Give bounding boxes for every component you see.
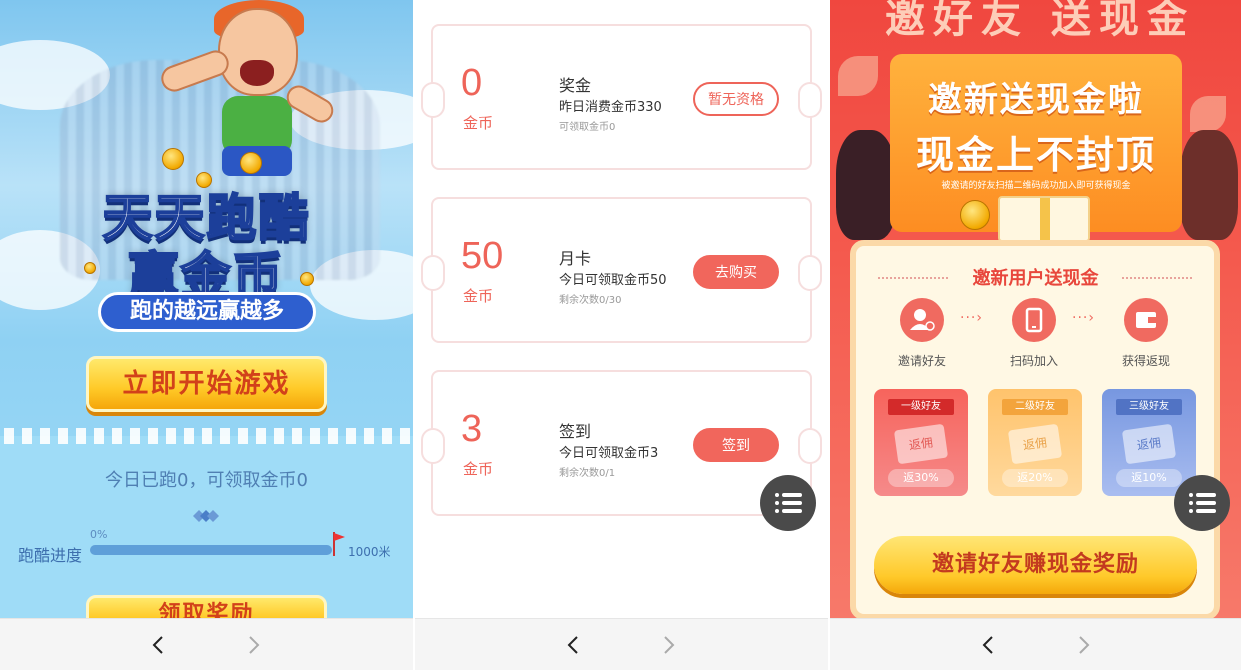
invite-headline: 邀好友 送现金 bbox=[885, 0, 1195, 42]
tier-percent: 返10% bbox=[1116, 469, 1182, 487]
chevron-left-icon[interactable] bbox=[557, 631, 587, 659]
coin-icon bbox=[960, 200, 990, 230]
banner-line2: 现金上不封顶 bbox=[915, 133, 1156, 177]
person-illustration bbox=[836, 130, 896, 240]
step-arrow: ···› bbox=[1072, 310, 1095, 326]
ticket-amount: 0 bbox=[461, 62, 483, 104]
step-label: 邀请好友 bbox=[897, 354, 946, 368]
banner-line1: 邀新送现金啦 bbox=[928, 80, 1144, 120]
step-arrow: ···› bbox=[960, 310, 983, 326]
wallet-icon bbox=[1124, 298, 1168, 342]
invite-card-title: 邀新用户送现金 bbox=[972, 268, 1099, 289]
run-status-text: 今日已跑0，可领取金币0 bbox=[105, 470, 308, 491]
rebate-ticket: 返佣 bbox=[893, 423, 949, 465]
decor-leaf bbox=[838, 56, 878, 96]
tier-card-level3: 三级好友 返佣 返10% bbox=[1102, 389, 1196, 496]
rebate-ticket: 返佣 bbox=[1121, 423, 1177, 465]
buy-button[interactable]: 去购买 bbox=[693, 255, 779, 289]
progress-label: 跑酷进度 bbox=[18, 546, 83, 565]
chevron-right-icon[interactable] bbox=[240, 631, 270, 659]
progress-section bbox=[0, 436, 413, 618]
rebate-ticket: 返佣 bbox=[1007, 423, 1063, 465]
step-label: 获得返现 bbox=[1121, 354, 1170, 368]
invite-friends-panel: 邀好友 送现金 邀新送现金啦 现金上不封顶 被邀请的好友扫描二维码成功加入即可获… bbox=[830, 0, 1241, 670]
runner-mouth bbox=[240, 60, 274, 86]
coin-icon bbox=[240, 152, 262, 174]
ticket-sub: 可领取金币0 bbox=[559, 122, 616, 133]
tier-percent: 返20% bbox=[1002, 469, 1068, 487]
chevron-right-icon[interactable] bbox=[655, 631, 685, 659]
ticket-unit: 金币 bbox=[463, 460, 494, 478]
no-eligibility-button[interactable]: 暂无资格 bbox=[693, 82, 779, 116]
ticket-title: 月卡 bbox=[559, 249, 592, 268]
diamond-ornament-icon bbox=[193, 510, 219, 522]
finish-flag-icon bbox=[333, 532, 345, 556]
tier-tag: 二级好友 bbox=[1002, 399, 1068, 415]
game-slogan: 跑的越远赢越多 bbox=[98, 292, 316, 332]
chevron-left-icon[interactable] bbox=[142, 631, 172, 659]
person-illustration bbox=[1180, 130, 1238, 240]
ticket-desc: 今日可领取金币3 bbox=[559, 446, 659, 461]
ticket-title: 奖金 bbox=[559, 76, 592, 95]
invite-friends-button[interactable]: 邀请好友赚现金奖励 bbox=[874, 536, 1197, 594]
reward-ticket: 0 金币 奖金 昨日消费金币330 可领取金币0 暂无资格 bbox=[421, 24, 822, 170]
banner-note: 被邀请的好友扫描二维码成功加入即可获得现金 bbox=[941, 181, 1131, 191]
menu-list-icon[interactable] bbox=[1174, 475, 1230, 531]
start-game-button[interactable]: 立即开始游戏 bbox=[86, 356, 327, 412]
step-label: 扫码加入 bbox=[1009, 354, 1058, 368]
progress-bar bbox=[90, 545, 332, 555]
ticket-amount: 3 bbox=[461, 408, 483, 450]
tier-tag: 一级好友 bbox=[888, 399, 954, 415]
progress-max: 1000米 bbox=[348, 545, 391, 559]
sign-in-button[interactable]: 签到 bbox=[693, 428, 779, 462]
phone-icon bbox=[1012, 298, 1056, 342]
tier-tag: 三级好友 bbox=[1116, 399, 1182, 415]
diamond-divider bbox=[0, 428, 413, 444]
bottom-navigation bbox=[415, 618, 828, 670]
ticket-desc: 昨日消费金币330 bbox=[559, 100, 662, 115]
gift-box-icon bbox=[998, 196, 1090, 244]
ticket-amount: 50 bbox=[461, 235, 504, 277]
user-add-icon bbox=[900, 298, 944, 342]
ticket-title: 签到 bbox=[559, 422, 592, 441]
reward-ticket: 3 金币 签到 今日可领取金币3 剩余次数0/1 签到 bbox=[421, 370, 822, 516]
menu-list-icon[interactable] bbox=[760, 475, 816, 531]
tier-card-level1: 一级好友 返佣 返30% bbox=[874, 389, 968, 496]
ticket-sub: 剩余次数0/30 bbox=[559, 295, 622, 306]
ticket-sub: 剩余次数0/1 bbox=[559, 468, 616, 479]
decor-leaf bbox=[1190, 96, 1226, 132]
bottom-navigation bbox=[0, 618, 413, 670]
chevron-right-icon[interactable] bbox=[1070, 631, 1100, 659]
coin-rewards-panel: 0 金币 奖金 昨日消费金币330 可领取金币0 暂无资格 50 金币 月卡 今… bbox=[415, 0, 828, 670]
parkour-game-panel: 天天跑酷 赢金币 跑的越远赢越多 立即开始游戏 今日已跑0，可领取金币0 跑酷进… bbox=[0, 0, 413, 670]
progress-percent: 0% bbox=[90, 528, 108, 541]
ticket-unit: 金币 bbox=[463, 114, 494, 132]
ticket-desc: 今日可领取金币50 bbox=[559, 273, 667, 288]
coin-icon bbox=[162, 148, 184, 170]
bottom-navigation bbox=[830, 618, 1241, 670]
screenshot-stage: 天天跑酷 赢金币 跑的越远赢越多 立即开始游戏 今日已跑0，可领取金币0 跑酷进… bbox=[0, 0, 1241, 670]
tier-percent: 返30% bbox=[888, 469, 954, 487]
chevron-left-icon[interactable] bbox=[972, 631, 1002, 659]
tier-card-level2: 二级好友 返佣 返20% bbox=[988, 389, 1082, 496]
reward-ticket: 50 金币 月卡 今日可领取金币50 剩余次数0/30 去购买 bbox=[421, 197, 822, 343]
ticket-unit: 金币 bbox=[463, 287, 494, 305]
